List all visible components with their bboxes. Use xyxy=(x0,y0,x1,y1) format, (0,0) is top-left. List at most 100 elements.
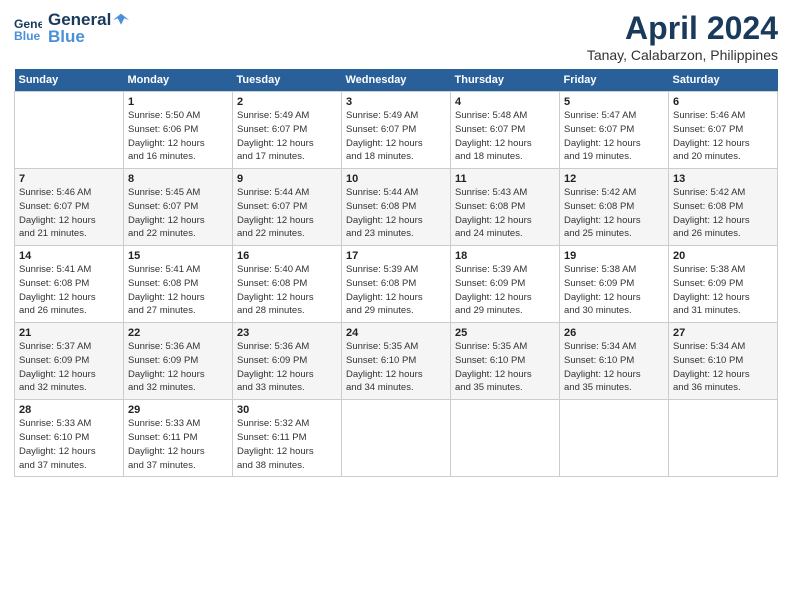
table-row xyxy=(669,400,778,477)
table-row: 23Sunrise: 5:36 AM Sunset: 6:09 PM Dayli… xyxy=(233,323,342,400)
table-row: 12Sunrise: 5:42 AM Sunset: 6:08 PM Dayli… xyxy=(560,169,669,246)
table-row: 4Sunrise: 5:48 AM Sunset: 6:07 PM Daylig… xyxy=(451,92,560,169)
day-number: 13 xyxy=(673,173,773,185)
day-number: 9 xyxy=(237,173,337,185)
day-info: Sunrise: 5:35 AM Sunset: 6:10 PM Dayligh… xyxy=(455,340,555,395)
day-number: 5 xyxy=(564,96,664,108)
col-wednesday: Wednesday xyxy=(342,69,451,92)
table-row: 1Sunrise: 5:50 AM Sunset: 6:06 PM Daylig… xyxy=(124,92,233,169)
table-row: 30Sunrise: 5:32 AM Sunset: 6:11 PM Dayli… xyxy=(233,400,342,477)
day-info: Sunrise: 5:39 AM Sunset: 6:09 PM Dayligh… xyxy=(455,263,555,318)
day-number: 26 xyxy=(564,327,664,339)
calendar-body: 1Sunrise: 5:50 AM Sunset: 6:06 PM Daylig… xyxy=(15,92,778,477)
day-info: Sunrise: 5:41 AM Sunset: 6:08 PM Dayligh… xyxy=(19,263,119,318)
day-number: 6 xyxy=(673,96,773,108)
table-row: 24Sunrise: 5:35 AM Sunset: 6:10 PM Dayli… xyxy=(342,323,451,400)
day-info: Sunrise: 5:47 AM Sunset: 6:07 PM Dayligh… xyxy=(564,109,664,164)
day-info: Sunrise: 5:36 AM Sunset: 6:09 PM Dayligh… xyxy=(237,340,337,395)
day-info: Sunrise: 5:38 AM Sunset: 6:09 PM Dayligh… xyxy=(564,263,664,318)
day-info: Sunrise: 5:44 AM Sunset: 6:07 PM Dayligh… xyxy=(237,186,337,241)
day-number: 23 xyxy=(237,327,337,339)
day-number: 25 xyxy=(455,327,555,339)
table-row: 6Sunrise: 5:46 AM Sunset: 6:07 PM Daylig… xyxy=(669,92,778,169)
day-info: Sunrise: 5:33 AM Sunset: 6:11 PM Dayligh… xyxy=(128,417,228,472)
day-info: Sunrise: 5:48 AM Sunset: 6:07 PM Dayligh… xyxy=(455,109,555,164)
page-subtitle: Tanay, Calabarzon, Philippines xyxy=(587,47,778,63)
table-row: 2Sunrise: 5:49 AM Sunset: 6:07 PM Daylig… xyxy=(233,92,342,169)
calendar-table: Sunday Monday Tuesday Wednesday Thursday… xyxy=(14,69,778,477)
calendar-week-3: 14Sunrise: 5:41 AM Sunset: 6:08 PM Dayli… xyxy=(15,246,778,323)
calendar-week-1: 1Sunrise: 5:50 AM Sunset: 6:06 PM Daylig… xyxy=(15,92,778,169)
day-number: 18 xyxy=(455,250,555,262)
col-tuesday: Tuesday xyxy=(233,69,342,92)
table-row: 28Sunrise: 5:33 AM Sunset: 6:10 PM Dayli… xyxy=(15,400,124,477)
day-info: Sunrise: 5:49 AM Sunset: 6:07 PM Dayligh… xyxy=(346,109,446,164)
day-number: 14 xyxy=(19,250,119,262)
table-row: 5Sunrise: 5:47 AM Sunset: 6:07 PM Daylig… xyxy=(560,92,669,169)
table-row: 29Sunrise: 5:33 AM Sunset: 6:11 PM Dayli… xyxy=(124,400,233,477)
day-number: 19 xyxy=(564,250,664,262)
logo-bird-icon xyxy=(113,12,129,28)
table-row: 20Sunrise: 5:38 AM Sunset: 6:09 PM Dayli… xyxy=(669,246,778,323)
day-number: 7 xyxy=(19,173,119,185)
day-info: Sunrise: 5:41 AM Sunset: 6:08 PM Dayligh… xyxy=(128,263,228,318)
day-info: Sunrise: 5:40 AM Sunset: 6:08 PM Dayligh… xyxy=(237,263,337,318)
table-row: 18Sunrise: 5:39 AM Sunset: 6:09 PM Dayli… xyxy=(451,246,560,323)
table-row: 8Sunrise: 5:45 AM Sunset: 6:07 PM Daylig… xyxy=(124,169,233,246)
day-number: 10 xyxy=(346,173,446,185)
day-info: Sunrise: 5:44 AM Sunset: 6:08 PM Dayligh… xyxy=(346,186,446,241)
day-info: Sunrise: 5:33 AM Sunset: 6:10 PM Dayligh… xyxy=(19,417,119,472)
day-number: 16 xyxy=(237,250,337,262)
logo: General Blue General Blue xyxy=(14,10,129,47)
table-row: 15Sunrise: 5:41 AM Sunset: 6:08 PM Dayli… xyxy=(124,246,233,323)
day-number: 15 xyxy=(128,250,228,262)
day-info: Sunrise: 5:36 AM Sunset: 6:09 PM Dayligh… xyxy=(128,340,228,395)
day-number: 1 xyxy=(128,96,228,108)
day-number: 3 xyxy=(346,96,446,108)
day-number: 8 xyxy=(128,173,228,185)
day-info: Sunrise: 5:34 AM Sunset: 6:10 PM Dayligh… xyxy=(564,340,664,395)
table-row: 22Sunrise: 5:36 AM Sunset: 6:09 PM Dayli… xyxy=(124,323,233,400)
table-row: 13Sunrise: 5:42 AM Sunset: 6:08 PM Dayli… xyxy=(669,169,778,246)
day-info: Sunrise: 5:32 AM Sunset: 6:11 PM Dayligh… xyxy=(237,417,337,472)
day-info: Sunrise: 5:43 AM Sunset: 6:08 PM Dayligh… xyxy=(455,186,555,241)
table-row: 16Sunrise: 5:40 AM Sunset: 6:08 PM Dayli… xyxy=(233,246,342,323)
title-block: April 2024 Tanay, Calabarzon, Philippine… xyxy=(587,10,778,63)
svg-text:Blue: Blue xyxy=(14,29,41,43)
day-info: Sunrise: 5:46 AM Sunset: 6:07 PM Dayligh… xyxy=(673,109,773,164)
day-number: 11 xyxy=(455,173,555,185)
day-number: 12 xyxy=(564,173,664,185)
day-info: Sunrise: 5:34 AM Sunset: 6:10 PM Dayligh… xyxy=(673,340,773,395)
day-number: 28 xyxy=(19,404,119,416)
table-row: 14Sunrise: 5:41 AM Sunset: 6:08 PM Dayli… xyxy=(15,246,124,323)
day-number: 22 xyxy=(128,327,228,339)
day-number: 4 xyxy=(455,96,555,108)
day-number: 27 xyxy=(673,327,773,339)
col-thursday: Thursday xyxy=(451,69,560,92)
table-row: 25Sunrise: 5:35 AM Sunset: 6:10 PM Dayli… xyxy=(451,323,560,400)
day-info: Sunrise: 5:42 AM Sunset: 6:08 PM Dayligh… xyxy=(564,186,664,241)
table-row: 17Sunrise: 5:39 AM Sunset: 6:08 PM Dayli… xyxy=(342,246,451,323)
day-number: 30 xyxy=(237,404,337,416)
day-number: 29 xyxy=(128,404,228,416)
col-monday: Monday xyxy=(124,69,233,92)
col-friday: Friday xyxy=(560,69,669,92)
table-row: 26Sunrise: 5:34 AM Sunset: 6:10 PM Dayli… xyxy=(560,323,669,400)
day-number: 2 xyxy=(237,96,337,108)
day-info: Sunrise: 5:38 AM Sunset: 6:09 PM Dayligh… xyxy=(673,263,773,318)
header-row: Sunday Monday Tuesday Wednesday Thursday… xyxy=(15,69,778,92)
day-info: Sunrise: 5:50 AM Sunset: 6:06 PM Dayligh… xyxy=(128,109,228,164)
logo-blue: Blue xyxy=(48,27,129,47)
day-number: 21 xyxy=(19,327,119,339)
table-row: 11Sunrise: 5:43 AM Sunset: 6:08 PM Dayli… xyxy=(451,169,560,246)
day-info: Sunrise: 5:46 AM Sunset: 6:07 PM Dayligh… xyxy=(19,186,119,241)
page: General Blue General Blue April 2024 Tan… xyxy=(0,0,792,612)
table-row xyxy=(15,92,124,169)
table-row: 19Sunrise: 5:38 AM Sunset: 6:09 PM Dayli… xyxy=(560,246,669,323)
table-row: 7Sunrise: 5:46 AM Sunset: 6:07 PM Daylig… xyxy=(15,169,124,246)
table-row xyxy=(342,400,451,477)
table-row: 3Sunrise: 5:49 AM Sunset: 6:07 PM Daylig… xyxy=(342,92,451,169)
day-info: Sunrise: 5:42 AM Sunset: 6:08 PM Dayligh… xyxy=(673,186,773,241)
logo-icon: General Blue xyxy=(14,15,42,43)
page-title: April 2024 xyxy=(587,10,778,47)
